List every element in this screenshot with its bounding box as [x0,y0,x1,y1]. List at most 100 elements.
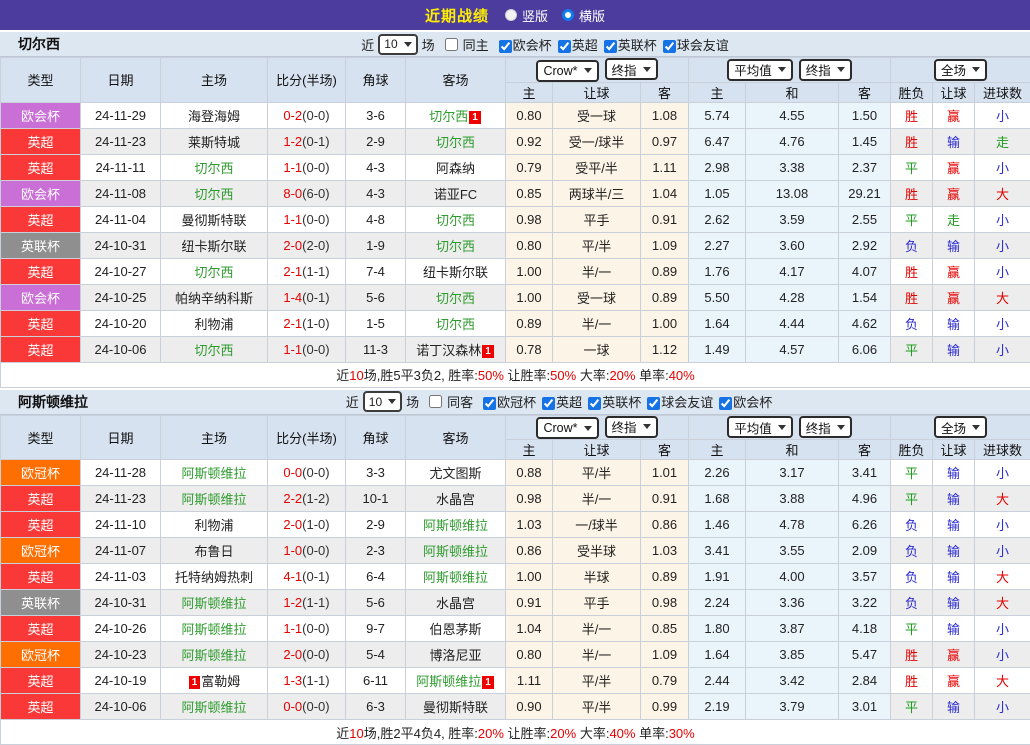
summary-segment: 单率: [635,726,668,741]
result-handicap: 赢 [933,180,975,206]
summary-segment: 40% [609,726,635,741]
avg-home: 2.27 [689,232,746,258]
away-team: 切尔西1 [406,102,506,128]
column-header-avg-away: 客 [839,82,891,102]
league-checkbox[interactable] [483,397,496,410]
match-row: 欧冠杯24-11-07布鲁日1-0(0-0)2-3阿斯顿维拉0.86受半球1.0… [1,538,1030,564]
league-checkbox[interactable] [499,40,512,53]
match-row: 英超24-11-04曼彻斯特联1-1(0-0)4-8切尔西0.98平手0.912… [1,206,1030,232]
league-badge: 英超 [1,512,81,538]
league-label: 球会友谊 [677,38,729,53]
home-team: 托特纳姆热刺 [161,564,268,590]
league-checkbox[interactable] [588,397,601,410]
average-select[interactable]: 平均值 [727,416,793,438]
bookmaker-select[interactable]: Crow* [536,60,598,82]
final-odds-select-2[interactable]: 终指 [799,416,852,438]
corners: 3-3 [346,460,406,486]
match-scope-select[interactable]: 全场 [934,416,987,438]
odds-handicap: 半/一 [553,642,641,668]
same-venue-checkbox[interactable] [429,395,442,408]
radio-vertical-label: 竖版 [522,6,548,25]
avg-home: 1.05 [689,180,746,206]
avg-away: 2.55 [839,206,891,232]
summary-segment: 50% [478,368,504,383]
match-scope-select[interactable]: 全场 [934,59,987,81]
match-row: 英超24-11-23莱斯特城1-2(0-1)2-9切尔西0.92受一/球半0.9… [1,128,1030,154]
avg-draw: 4.44 [746,310,839,336]
odds-handicap: 受半球 [553,538,641,564]
odds-away: 0.86 [641,512,689,538]
summary-segment: 20% [550,726,576,741]
radio-horizontal-view[interactable]: 横版 [562,6,605,25]
match-score: 2-0(1-0) [268,512,346,538]
odds-home: 0.80 [506,642,553,668]
corners: 4-8 [346,206,406,232]
odds-home: 0.91 [506,590,553,616]
league-filter-list: 欧冠杯英超英联杯球会友谊欧会杯 [477,392,772,411]
games-count-select[interactable]: 10 [363,391,402,412]
result-outcome: 胜 [891,180,933,206]
away-team: 阿斯顿维拉 [406,564,506,590]
league-checkbox[interactable] [604,40,617,53]
home-team: 利物浦 [161,310,268,336]
result-outcome: 负 [891,538,933,564]
league-badge: 英超 [1,336,81,362]
avg-home: 5.50 [689,284,746,310]
result-outcome: 负 [891,512,933,538]
odds-home: 1.00 [506,564,553,590]
radio-vertical-view[interactable]: 竖版 [505,6,548,25]
team-name: 阿斯顿维拉 [18,392,88,412]
odds-away: 1.08 [641,102,689,128]
league-checkbox[interactable] [558,40,571,53]
match-row: 英联杯24-10-31纽卡斯尔联2-0(2-0)1-9切尔西0.80平/半1.0… [1,232,1030,258]
chevron-down-icon [388,399,396,404]
match-row: 英超24-10-20利物浦2-1(1-0)1-5切尔西0.89半/一1.001.… [1,310,1030,336]
final-odds-select[interactable]: 终指 [605,416,658,438]
away-team: 切尔西 [406,128,506,154]
corners: 9-7 [346,616,406,642]
column-header-date: 日期 [81,415,161,460]
column-header-home: 主场 [161,58,268,103]
odds-handicap: 平/半 [553,694,641,720]
avg-home: 6.47 [689,128,746,154]
games-count-select[interactable]: 10 [378,34,417,55]
result-goals: 小 [975,154,1030,180]
final-odds-select-2[interactable]: 终指 [799,59,852,81]
away-team: 纽卡斯尔联 [406,258,506,284]
avg-away: 6.06 [839,336,891,362]
home-team: 莱斯特城 [161,128,268,154]
avg-draw: 3.42 [746,668,839,694]
league-checkbox[interactable] [719,397,732,410]
match-date: 24-11-29 [81,102,161,128]
match-date: 24-10-06 [81,694,161,720]
scope-header-cell: 全场 [891,415,1030,440]
avg-home: 2.19 [689,694,746,720]
chevron-down-icon [404,42,412,47]
page-title: 近期战绩 [425,5,489,26]
filter-controls: 近 10 场 同主 欧会杯英超英联杯球会友谊 [60,34,1030,55]
same-venue-checkbox[interactable] [445,38,458,51]
avg-draw: 4.76 [746,128,839,154]
column-header-goals: 进球数 [975,82,1030,102]
league-checkbox[interactable] [663,40,676,53]
final-odds-select[interactable]: 终指 [605,58,658,80]
avg-home: 2.62 [689,206,746,232]
average-select[interactable]: 平均值 [727,59,793,81]
league-checkbox[interactable] [647,397,660,410]
games-label: 场 [422,35,435,54]
league-label: 英联杯 [618,38,657,53]
radio-horizontal-label: 横版 [579,6,605,25]
odds-away: 1.00 [641,310,689,336]
result-handicap: 赢 [933,258,975,284]
result-goals: 小 [975,310,1030,336]
league-checkbox[interactable] [542,397,555,410]
match-date: 24-10-06 [81,336,161,362]
home-team: 曼彻斯特联 [161,206,268,232]
bookmaker-select[interactable]: Crow* [536,417,598,439]
match-date: 24-10-25 [81,284,161,310]
corners: 5-6 [346,284,406,310]
column-header-outcome: 胜负 [891,440,933,460]
corners: 3-6 [346,102,406,128]
corners: 6-11 [346,668,406,694]
corners: 7-4 [346,258,406,284]
